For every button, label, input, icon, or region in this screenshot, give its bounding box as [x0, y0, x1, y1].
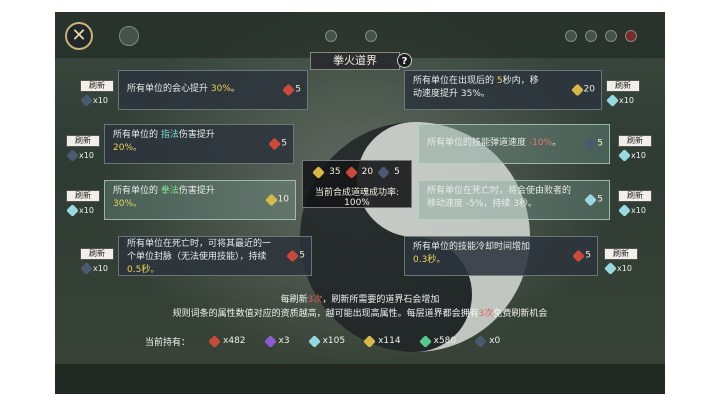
status-icon-3 [565, 30, 577, 42]
refresh-button-4[interactable]: 刷新 [618, 135, 652, 147]
refresh-count-8: x10 [604, 262, 632, 275]
character-icon[interactable] [119, 26, 139, 46]
affix-cost-2: 20 [570, 83, 595, 97]
stone-icon [80, 262, 93, 275]
refresh-info: 每刷新3次，刷新所需要的道界石会增加 [280, 295, 440, 305]
stone-icon [584, 193, 598, 207]
affix-card-8[interactable]: 所有单位的技能冷却时间增加 0.3秒。 5 [404, 236, 598, 276]
stone-icon [66, 204, 79, 217]
affix-card-6[interactable]: 所有单位在死亡时，将会使由败者的 移动速度 -5%，持续 3秒。 5 [418, 180, 610, 220]
stone-icon [312, 165, 326, 179]
refresh-button-8[interactable]: 刷新 [604, 248, 638, 260]
status-icon-4 [585, 30, 597, 42]
success-rate: 当前合成道魂成功率: 100% [314, 188, 400, 208]
affix-cost-4: 5 [584, 137, 603, 151]
affix-cost-1: 5 [282, 83, 301, 97]
stone-icon [344, 165, 358, 179]
stone-icon [584, 137, 598, 151]
gold-stone-icon [363, 334, 376, 348]
stone-icon [618, 204, 631, 217]
stone-icon [268, 137, 282, 151]
synthesis-costs: 35 20 5 [303, 165, 411, 179]
refresh-count-7: x10 [80, 262, 108, 275]
affix-cost-7: 5 [286, 249, 305, 263]
holdings-label: 当前持有： [145, 337, 191, 348]
refresh-count-1: x10 [80, 94, 108, 107]
affix-card-4[interactable]: 所有单位的技能弹道速度 -10%。 5 [418, 124, 610, 164]
stone-icon [618, 149, 631, 162]
stone-icon [66, 149, 79, 162]
refresh-button-7[interactable]: 刷新 [80, 248, 114, 260]
stone-icon [570, 83, 584, 97]
holdings-bar: 当前持有： x482 x3 x105 x114 x580 x0 [145, 334, 605, 348]
cyan-stone-icon [307, 334, 321, 348]
close-icon[interactable]: ✕ [65, 22, 93, 50]
green-stone-icon [418, 334, 432, 348]
refresh-button-2[interactable]: 刷新 [606, 80, 640, 92]
refresh-count-2: x10 [606, 94, 634, 107]
status-icon-1 [325, 30, 337, 42]
affix-cost-8: 5 [572, 249, 591, 263]
refresh-button-1[interactable]: 刷新 [80, 80, 114, 92]
refresh-button-5[interactable]: 刷新 [66, 190, 100, 202]
stone-icon [604, 262, 617, 275]
affix-card-3[interactable]: 所有单位的 指法伤害提升 20%。 5 [104, 124, 294, 164]
holding-gold: x114 [363, 334, 401, 348]
affix-card-5[interactable]: 所有单位的 拳法伤害提升 30%。 10 [104, 180, 296, 220]
page-title: 拳火道界 [310, 52, 400, 70]
affix-cost-3: 5 [268, 137, 287, 151]
affix-card-2[interactable]: 所有单位在出现后的 5秒内，移 动速度提升 35%。 20 [404, 70, 602, 110]
dark-stone-icon [474, 334, 488, 348]
purple-stone-icon [263, 334, 277, 348]
affix-card-1[interactable]: 所有单位的会心提升 30%。 5 [118, 70, 308, 110]
affix-cost-5: 10 [264, 193, 289, 207]
holding-dark: x0 [474, 334, 500, 348]
holding-red: x482 [208, 334, 246, 348]
stone-icon [264, 193, 278, 207]
refresh-count-6: x10 [618, 204, 646, 217]
refresh-button-6[interactable]: 刷新 [618, 190, 652, 202]
status-icon-2 [365, 30, 377, 42]
affix-card-7[interactable]: 所有单位在死亡时，可将其最近的一 个单位封脉（无法使用技能），持续 0.5秒。 … [118, 236, 312, 276]
refresh-count-3: x10 [66, 149, 94, 162]
stone-icon [377, 165, 390, 179]
stone-icon [80, 94, 93, 107]
holding-cyan: x105 [307, 334, 345, 348]
holding-purple: x3 [263, 334, 290, 348]
refresh-button-3[interactable]: 刷新 [66, 135, 100, 147]
refresh-count-4: x10 [618, 149, 646, 162]
help-icon[interactable]: ? [397, 53, 412, 68]
status-icon-5 [605, 30, 617, 42]
stone-icon [286, 249, 300, 263]
stone-icon [606, 94, 619, 107]
stone-icon [572, 249, 586, 263]
stone-icon [282, 83, 296, 97]
holding-green: x580 [418, 334, 456, 348]
bottom-strip [55, 364, 665, 394]
synthesis-panel[interactable]: 35 20 5 当前合成道魂成功率: 100% [302, 160, 412, 208]
status-icon-6 [625, 30, 637, 42]
rule-info: 规则词条的属性数值对应的资质越高，越可能出现高属性。每层道界都会拥有3次免费刷新… [172, 309, 548, 319]
affix-cost-6: 5 [584, 193, 603, 207]
refresh-count-5: x10 [66, 204, 94, 217]
red-stone-icon [208, 334, 221, 348]
